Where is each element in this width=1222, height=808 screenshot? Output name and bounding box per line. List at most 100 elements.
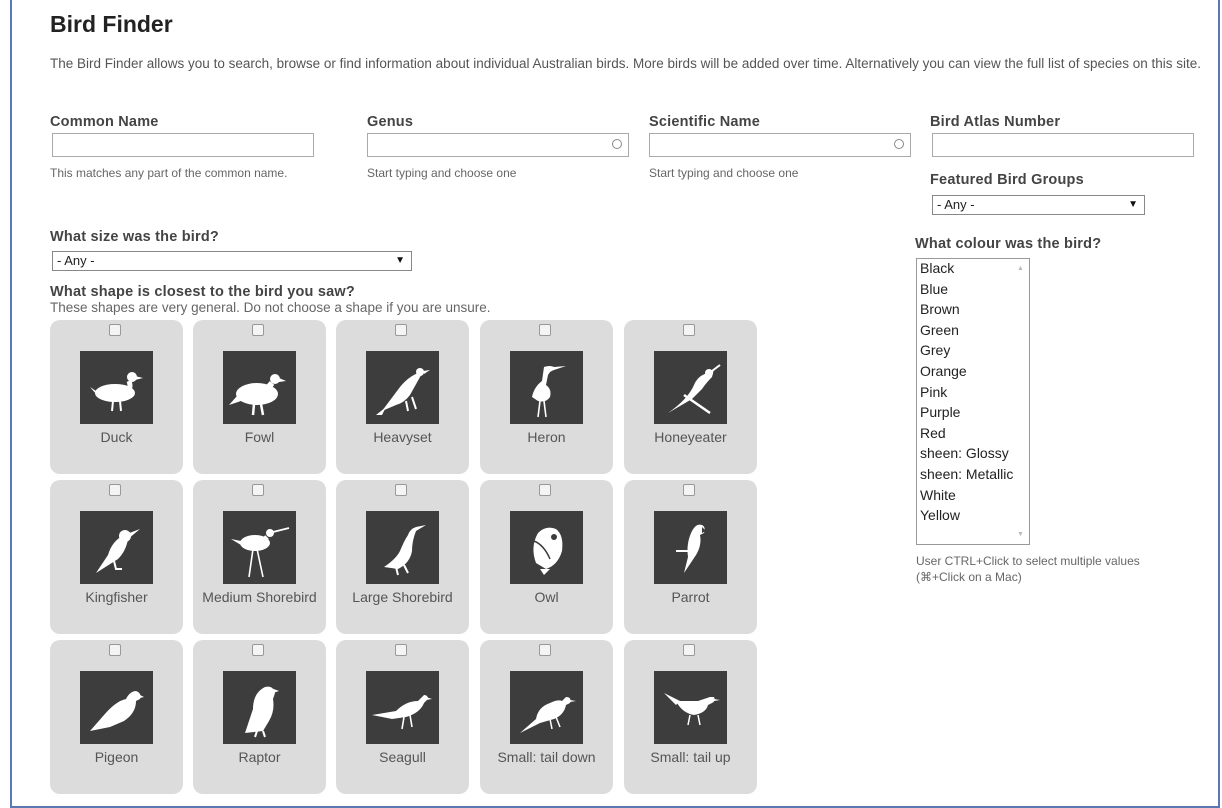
colour-help-line1: User CTRL+Click to select multiple value… (916, 554, 1140, 568)
shape-checkbox[interactable] (395, 644, 407, 656)
shape-label: Heavyset (373, 429, 432, 445)
parrot-icon[interactable] (654, 511, 727, 584)
colour-option[interactable]: Blue (920, 281, 948, 297)
shape-sub: These shapes are very general. Do not ch… (50, 300, 491, 315)
shape-checkbox[interactable] (252, 324, 264, 336)
shape-tile[interactable]: Fowl (193, 320, 326, 474)
shape-label: Raptor (238, 749, 281, 765)
owl-icon[interactable] (510, 511, 583, 584)
large-shorebird-icon[interactable] (366, 511, 439, 584)
page-title: Bird Finder (50, 11, 173, 37)
genus-input[interactable] (367, 133, 629, 157)
shape-label: Fowl (244, 429, 275, 445)
shape-tile[interactable]: Parrot (624, 480, 757, 634)
shape-checkbox[interactable] (252, 644, 264, 656)
shape-checkbox[interactable] (252, 484, 264, 496)
colour-option[interactable]: Grey (920, 342, 950, 358)
shape-checkbox[interactable] (109, 324, 121, 336)
shape-label: Pigeon (94, 749, 139, 765)
genus-label: Genus (367, 114, 414, 130)
size-label: What size was the bird? (50, 229, 219, 245)
colour-label: What colour was the bird? (915, 236, 1102, 252)
shape-label: Medium Shorebird (202, 589, 317, 605)
shape-checkbox[interactable] (395, 324, 407, 336)
shape-label: Seagull (379, 749, 426, 765)
shape-checkbox[interactable] (109, 484, 121, 496)
shape-checkbox[interactable] (539, 644, 551, 656)
raptor-icon[interactable] (223, 671, 296, 744)
colour-option[interactable]: Black (920, 260, 954, 276)
bird-atlas-number-label: Bird Atlas Number (930, 114, 1061, 130)
honeyeater-icon[interactable] (654, 351, 727, 424)
scientific-name-input[interactable] (649, 133, 911, 157)
colour-option[interactable]: White (920, 487, 956, 503)
shape-label: Small: tail up (650, 749, 731, 765)
shape-tile[interactable]: Large Shorebird (336, 480, 469, 634)
shape-tile[interactable]: Heavyset (336, 320, 469, 474)
dropdown-arrow-icon: ▼ (1128, 199, 1138, 210)
shape-label: Small: tail down (497, 749, 596, 765)
colour-help-line2: (⌘+Click on a Mac) (916, 570, 1022, 584)
colour-option[interactable]: Pink (920, 384, 947, 400)
shape-label: Kingfisher (85, 589, 148, 605)
colour-option[interactable]: Green (920, 322, 959, 338)
kingfisher-icon[interactable] (80, 511, 153, 584)
shape-tile[interactable]: Small: tail up (624, 640, 757, 794)
shape-tile[interactable]: Seagull (336, 640, 469, 794)
shape-tile[interactable]: Pigeon (50, 640, 183, 794)
colour-listbox[interactable]: Black Blue Brown Green Grey Orange Pink Purple R… (916, 258, 1030, 545)
autocomplete-icon (894, 139, 904, 149)
seagull-icon[interactable] (366, 671, 439, 744)
shape-label: Parrot (671, 589, 710, 605)
shape-checkbox[interactable] (539, 484, 551, 496)
medium-shorebird-icon[interactable] (223, 511, 296, 584)
colour-option[interactable]: Purple (920, 404, 960, 420)
duck-icon[interactable] (80, 351, 153, 424)
colour-option[interactable]: sheen: Metallic (920, 466, 1013, 482)
autocomplete-icon (612, 139, 622, 149)
shape-checkbox[interactable] (109, 644, 121, 656)
shape-tile[interactable]: Heron (480, 320, 613, 474)
scroll-down-icon[interactable]: ▼ (1017, 531, 1024, 538)
colour-help: User CTRL+Click to select multiple value… (916, 553, 1140, 585)
shape-tile[interactable]: Small: tail down (480, 640, 613, 794)
shape-tile[interactable]: Medium Shorebird (193, 480, 326, 634)
shape-tile[interactable]: Raptor (193, 640, 326, 794)
colour-option[interactable]: Yellow (920, 507, 960, 523)
genus-help: Start typing and choose one (367, 166, 517, 180)
featured-groups-label: Featured Bird Groups (930, 172, 1084, 188)
small-tail-up-icon[interactable] (654, 671, 727, 744)
shape-tile[interactable]: Duck (50, 320, 183, 474)
colour-option[interactable]: Red (920, 425, 946, 441)
size-select[interactable]: - Any - ▼ (52, 251, 412, 271)
shape-checkbox[interactable] (539, 324, 551, 336)
shape-tile[interactable]: Owl (480, 480, 613, 634)
scroll-up-icon[interactable]: ▲ (1017, 265, 1024, 272)
fowl-icon[interactable] (223, 351, 296, 424)
shape-label: What shape is closest to the bird you sa… (50, 284, 355, 300)
colour-option[interactable]: Brown (920, 301, 960, 317)
size-selected: - Any - (57, 253, 95, 268)
pigeon-icon[interactable] (80, 671, 153, 744)
shape-checkbox[interactable] (395, 484, 407, 496)
colour-option[interactable]: Orange (920, 363, 967, 379)
shape-checkbox[interactable] (683, 484, 695, 496)
heron-icon[interactable] (510, 351, 583, 424)
shape-label: Heron (527, 429, 566, 445)
shape-tile[interactable]: Kingfisher (50, 480, 183, 634)
colour-option[interactable]: sheen: Glossy (920, 445, 1009, 461)
small-tail-down-icon[interactable] (510, 671, 583, 744)
shape-checkbox[interactable] (683, 644, 695, 656)
listbox-scrollbar[interactable]: ▲ ▼ (1012, 259, 1029, 544)
common-name-input[interactable] (52, 133, 314, 157)
shape-checkbox[interactable] (683, 324, 695, 336)
shape-tile[interactable]: Honeyeater (624, 320, 757, 474)
shape-label: Owl (534, 589, 559, 605)
featured-groups-selected: - Any - (937, 197, 975, 212)
featured-groups-select[interactable]: - Any - ▼ (932, 195, 1145, 215)
heavyset-icon[interactable] (366, 351, 439, 424)
common-name-help: This matches any part of the common name… (50, 166, 288, 180)
common-name-label: Common Name (50, 114, 159, 130)
bird-atlas-number-input[interactable] (932, 133, 1194, 157)
shape-label: Duck (100, 429, 133, 445)
